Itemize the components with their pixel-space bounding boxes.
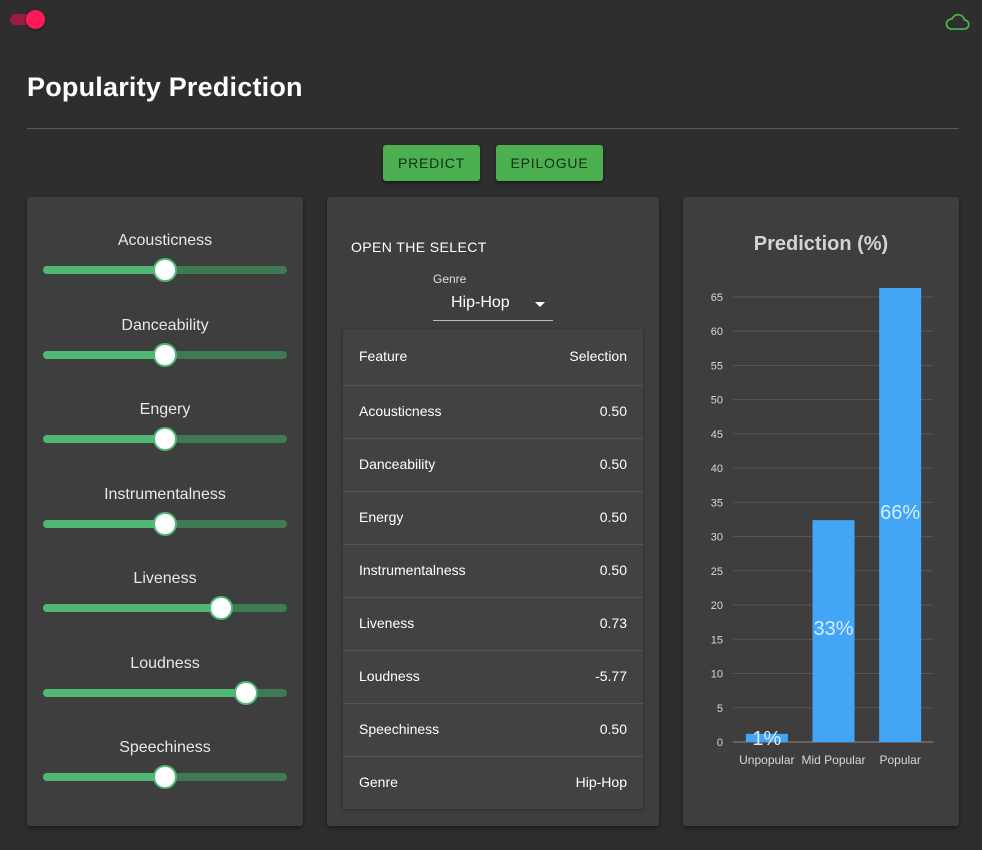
table-row: Speechiness 0.50	[343, 703, 643, 757]
slider-thumb[interactable]	[153, 342, 177, 367]
table-row: Danceability 0.50	[343, 438, 643, 492]
data-label: 66%	[880, 502, 920, 524]
y-tick-label: 30	[711, 532, 723, 544]
table-row: Acousticness 0.50	[343, 385, 643, 439]
slider-thumb[interactable]	[153, 258, 177, 282]
x-tick-label: Unpopular	[739, 753, 794, 767]
slider-label: Instrumentalness	[104, 485, 226, 503]
slider-label: Speechiness	[119, 739, 211, 756]
y-tick-label: 60	[711, 326, 723, 338]
slider-track[interactable]	[43, 427, 287, 451]
cloud-icon	[944, 12, 970, 32]
selection-cell: 0.73	[599, 615, 627, 631]
slider-track[interactable]	[43, 765, 287, 789]
slider-thumb[interactable]	[209, 596, 234, 620]
slider-fill	[43, 604, 222, 612]
epilogue-button[interactable]: EPILOGUE	[496, 145, 603, 181]
header-selection: Selection	[569, 348, 627, 364]
slider-label: Danceability	[121, 316, 209, 334]
y-tick-label: 45	[711, 429, 723, 441]
prediction-chart: 0 5 10 15 20 25 30 35 40 45 50 55 60 65 Unpopular 1% Mid…	[711, 288, 933, 767]
y-tick-label: 20	[711, 600, 723, 612]
data-label: 1%	[752, 728, 781, 750]
selection-cell: 0.50	[599, 562, 627, 578]
feature-cell: Genre	[359, 774, 398, 790]
slider-fill	[43, 773, 165, 781]
selection-cell: 0.50	[599, 721, 627, 737]
sliders-panel: Acousticness Danceability Engery Instrument…	[27, 197, 303, 826]
y-tick-label: 15	[711, 634, 723, 646]
table-row: Energy 0.50	[343, 491, 643, 545]
y-tick-label: 5	[717, 703, 723, 715]
x-tick-label: Mid Popular	[801, 753, 865, 767]
y-tick-label: 40	[711, 463, 723, 475]
slider-track[interactable]	[43, 680, 287, 705]
feature-cell: Energy	[359, 509, 404, 525]
feature-cell: Speechiness	[359, 721, 440, 737]
theme-toggle[interactable]	[8, 10, 48, 29]
prediction-chart-panel: Prediction (%) 0 5 10 15 20 25 30 35 40 45 50 55 60 6…	[683, 197, 959, 826]
selection-cell: 0.50	[599, 509, 627, 525]
feature-cell: Danceability	[359, 456, 436, 472]
table-row: Loudness -5.77	[343, 650, 643, 704]
select-title: OPEN THE SELECT	[351, 239, 487, 255]
x-tick-label: Popular	[879, 753, 920, 767]
genre-label: Genre	[433, 272, 467, 286]
slider-track[interactable]	[43, 342, 287, 367]
slider-fill	[43, 266, 165, 274]
table-row: Liveness 0.73	[343, 597, 643, 651]
slider-thumb[interactable]	[233, 680, 258, 705]
y-tick-label: 65	[711, 292, 723, 304]
slider-track[interactable]	[43, 258, 287, 282]
slider-label: Engery	[139, 401, 191, 418]
slider-fill	[43, 688, 246, 697]
slider-track[interactable]	[43, 596, 287, 620]
toggle-thumb	[26, 10, 45, 29]
page-title: Popularity Prediction	[27, 72, 303, 102]
selection-cell: Hip-Hop	[575, 774, 627, 790]
slider-fill	[43, 519, 165, 528]
header-feature: Feature	[359, 348, 408, 364]
slider-thumb[interactable]	[153, 511, 177, 536]
slider-thumb[interactable]	[153, 765, 177, 789]
table-row: Instrumentalness 0.50	[343, 544, 643, 598]
chevron-down-icon	[535, 302, 545, 307]
genre-select-value: Hip-Hop	[451, 294, 510, 311]
data-label: 33%	[813, 618, 853, 640]
selection-cell: -5.77	[595, 668, 627, 684]
y-tick-label: 25	[711, 566, 723, 578]
feature-cell: Instrumentalness	[359, 562, 466, 578]
selection-cell: 0.50	[599, 403, 627, 419]
feature-cell: Liveness	[359, 615, 415, 631]
selection-cell: 0.50	[599, 456, 627, 472]
feature-cell: Loudness	[359, 668, 420, 684]
slider-label: Acousticness	[117, 232, 213, 249]
slider-fill	[43, 435, 165, 443]
slider-track[interactable]	[43, 511, 287, 536]
slider-fill	[43, 350, 165, 359]
title-divider	[27, 128, 959, 129]
y-tick-label: 50	[711, 395, 723, 407]
y-tick-label: 55	[711, 360, 723, 372]
table-row: Genre Hip-Hop	[343, 756, 643, 809]
feature-table: Feature Selection Acousticness 0.50 Dancea…	[343, 329, 643, 809]
predict-button[interactable]: PREDICT	[383, 145, 480, 181]
slider-label: Liveness	[133, 570, 197, 587]
y-tick-label: 0	[717, 737, 723, 749]
slider-thumb[interactable]	[153, 427, 177, 451]
slider-label: Loudness	[130, 654, 200, 672]
selection-panel: OPEN THE SELECT Genre Hip-Hop Feature Se…	[327, 197, 659, 826]
y-tick-label: 35	[711, 497, 723, 509]
genre-select[interactable]: Hip-Hop	[433, 290, 553, 321]
y-tick-label: 10	[711, 669, 723, 681]
table-header-row: Feature Selection	[343, 329, 643, 386]
feature-cell: Acousticness	[359, 403, 442, 419]
